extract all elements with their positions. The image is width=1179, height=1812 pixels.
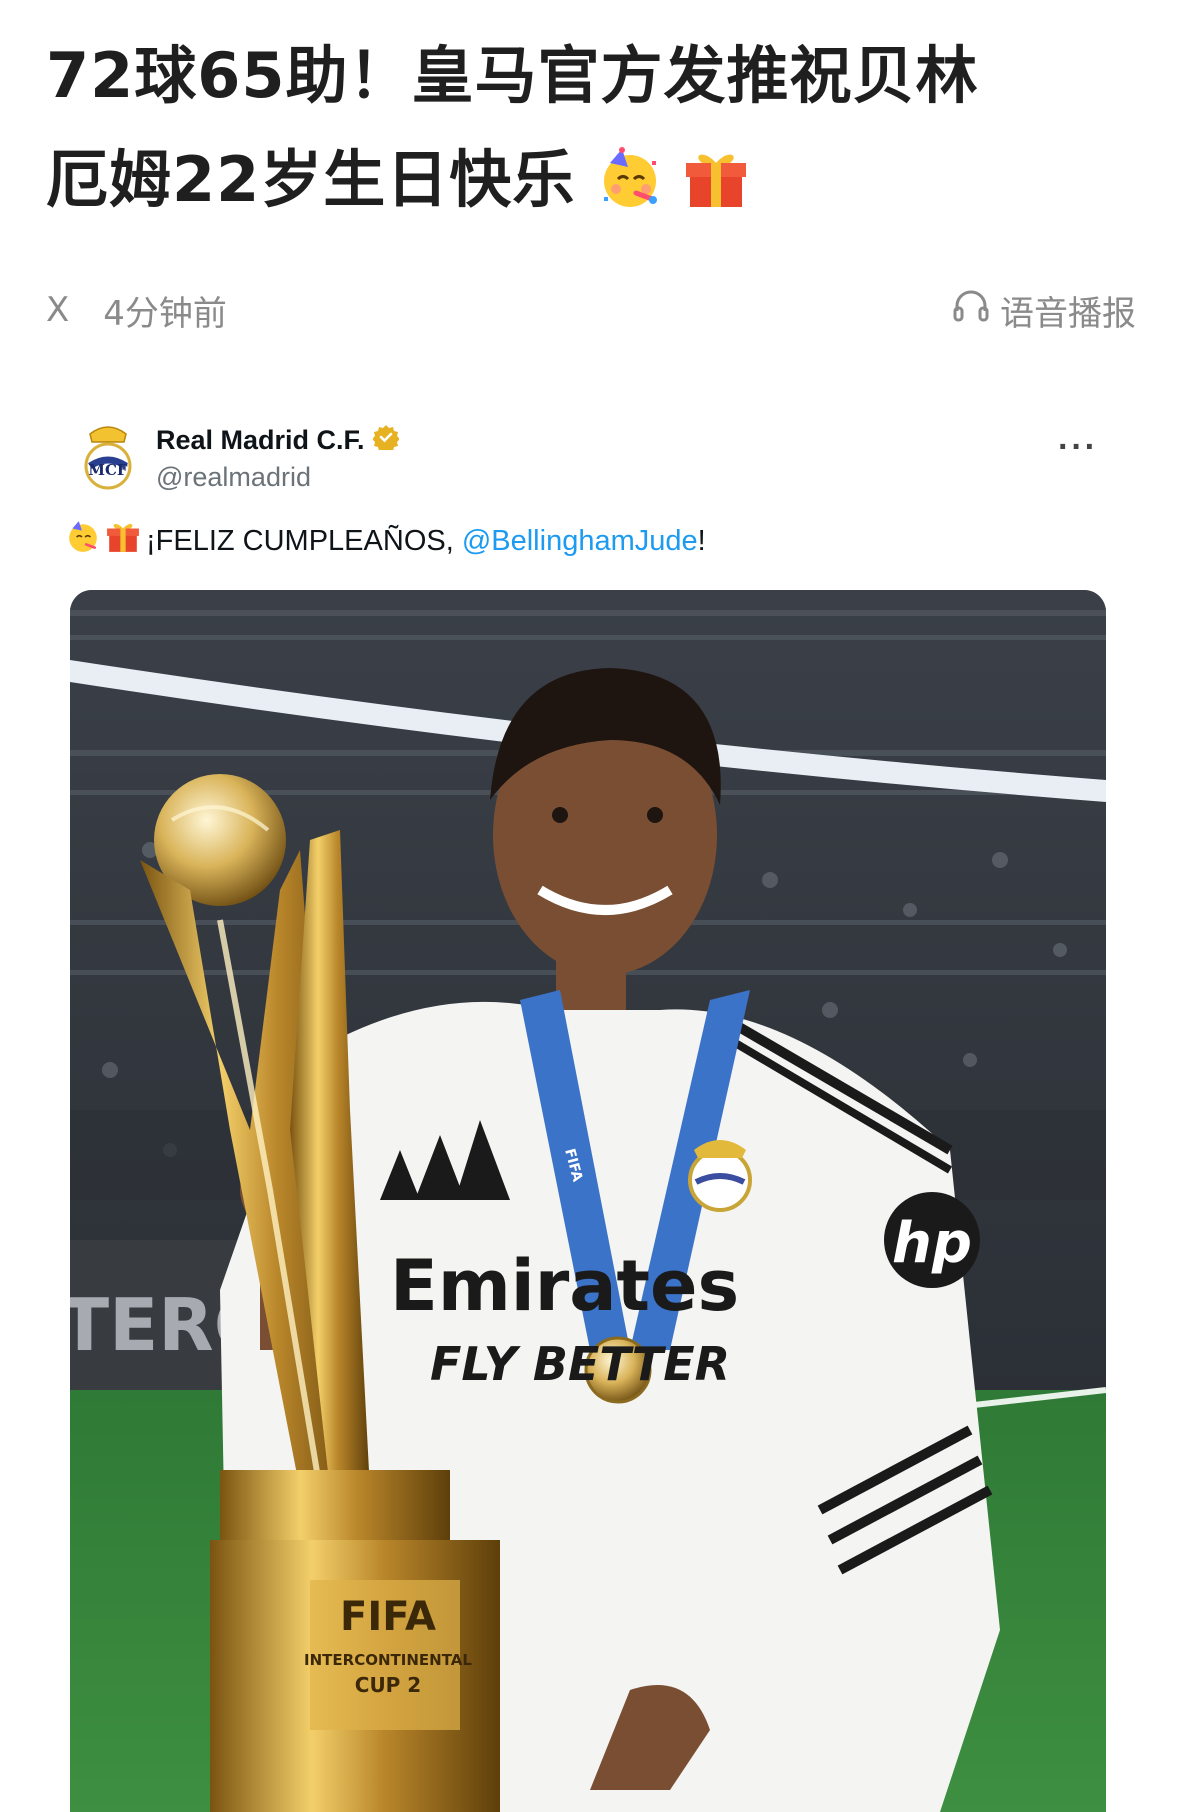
shirt-sponsor-text: Emirates <box>390 1245 739 1327</box>
real-madrid-crest-avatar[interactable]: MCF <box>76 420 140 492</box>
trophy-cup-text: CUP 2 <box>355 1673 421 1697</box>
tweet-header: MCF Real Madrid C.F. @realmadrid ··· <box>66 410 1116 500</box>
tweet-display-name[interactable]: Real Madrid C.F. <box>156 425 365 456</box>
article-page: 72球65助！皇马官方发推祝贝林 厄姆22岁生日快乐 X 4分钟前 语音播报 M… <box>0 0 1179 1812</box>
wrapped-gift-emoji <box>106 520 140 562</box>
mention-link[interactable]: @BellinghamJude <box>462 525 698 557</box>
article-meta-row: X 4分钟前 语音播报 <box>46 282 1136 338</box>
tweet-text-suffix: ! <box>697 524 706 557</box>
sleeve-sponsor-logo: hp <box>892 1211 972 1276</box>
embedded-tweet[interactable]: MCF Real Madrid C.F. @realmadrid ··· ¡FE… <box>66 410 1116 1812</box>
audio-broadcast-label: 语音播报 <box>1000 293 1136 334</box>
trophy-fifa-text: FIFA <box>340 1594 436 1640</box>
headline-line-2: 厄姆22岁生日快乐 <box>46 143 576 216</box>
shirt-slogan-text: FLY BETTER <box>430 1337 730 1391</box>
verified-badge-icon <box>371 424 400 457</box>
tweet-photo[interactable]: TERCO FIFA Emirates FLY BETTER hp FIFA I… <box>70 590 1106 1812</box>
more-options-button[interactable]: ··· <box>1058 428 1098 467</box>
publish-time: 4分钟前 <box>103 293 227 334</box>
svg-text:MCF: MCF <box>88 461 128 479</box>
partying-face-emoji <box>598 138 662 242</box>
source-label[interactable]: X <box>46 290 69 330</box>
partying-face-emoji <box>66 520 100 562</box>
real-madrid-shirt-crest <box>688 1140 752 1212</box>
audio-broadcast-button[interactable]: 语音播报 <box>952 286 1136 335</box>
headline-line-1: 72球65助！皇马官方发推祝贝林 <box>46 39 979 112</box>
trophy-name-text: INTERCONTINENTAL <box>304 1651 472 1669</box>
wrapped-gift-emoji <box>684 138 748 242</box>
headphones-icon <box>952 287 990 334</box>
tweet-handle[interactable]: @realmadrid <box>156 462 311 493</box>
tweet-text: ¡FELIZ CUMPLEAÑOS, @BellinghamJude! <box>66 520 706 562</box>
article-headline: 72球65助！皇马官方发推祝贝林 厄姆22岁生日快乐 <box>46 24 1136 242</box>
tweet-text-prefix: ¡FELIZ CUMPLEAÑOS, <box>146 524 462 557</box>
